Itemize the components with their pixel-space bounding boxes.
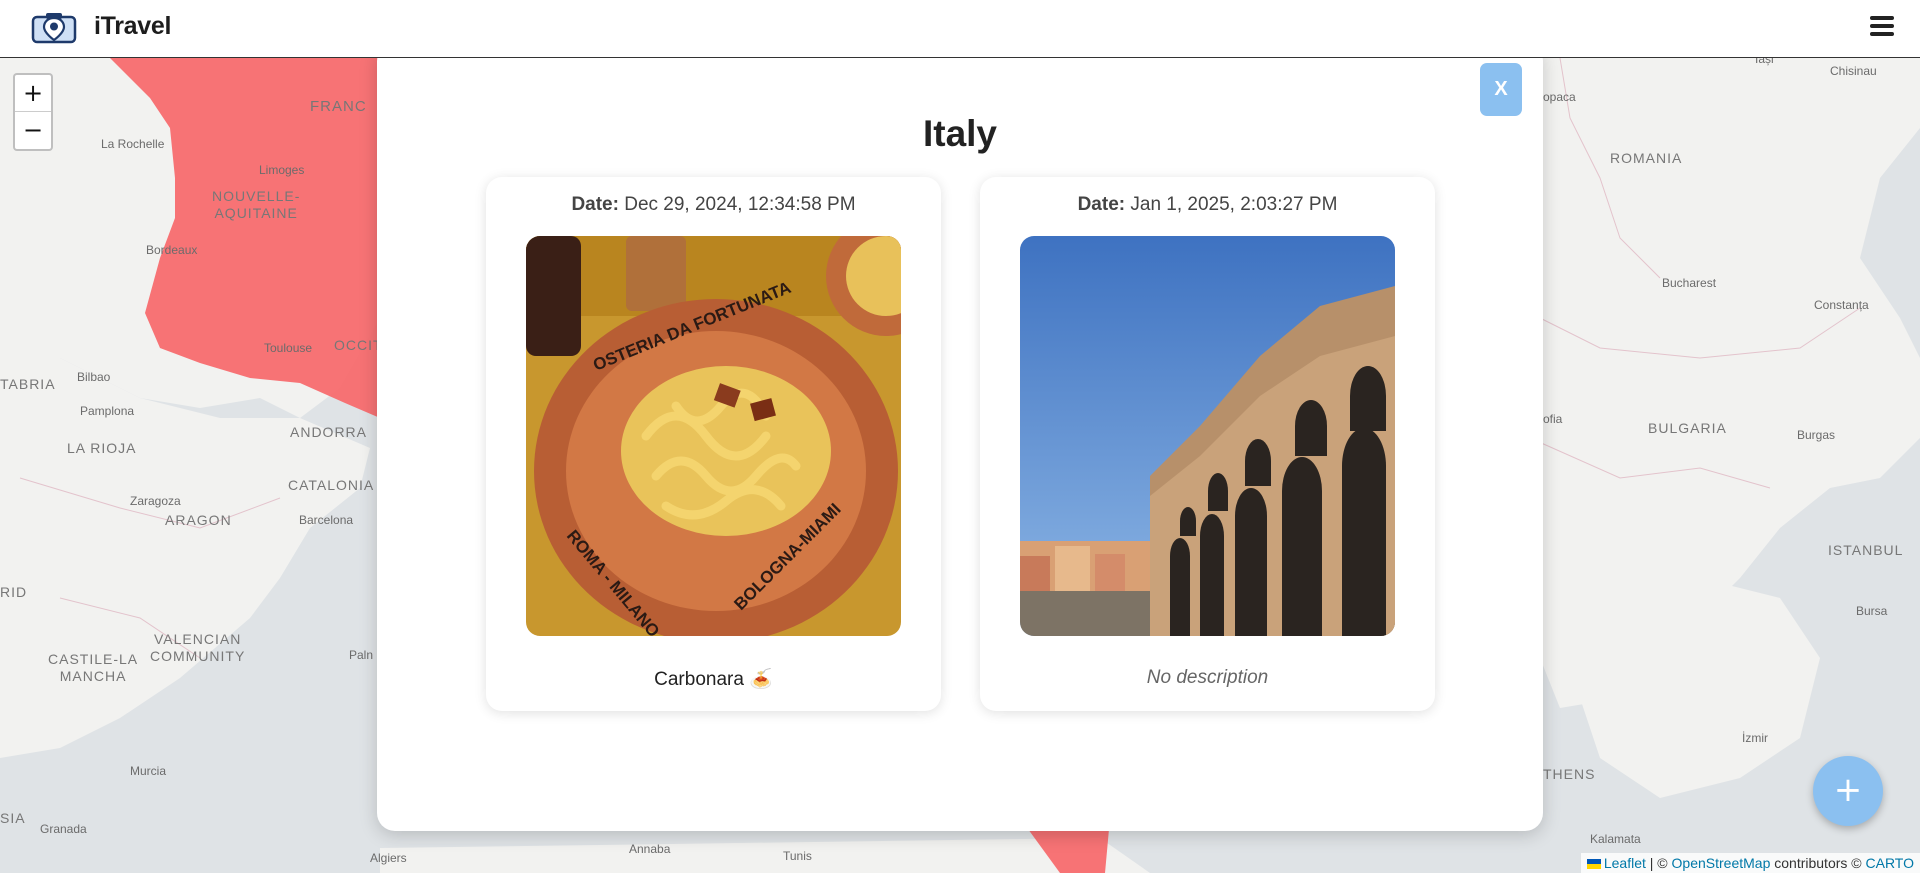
map-label-madrid: RID (0, 584, 28, 600)
verona-arena-photo[interactable] (1020, 236, 1395, 636)
map-label-palma: Paln (349, 648, 374, 662)
zoom-in-button[interactable]: + (15, 75, 51, 112)
map-label-aragon: ARAGON (165, 512, 232, 528)
date-label: Date: (571, 194, 619, 215)
map-label-bilbao: Bilbao (77, 370, 111, 384)
attribution-contributors: contributors © (1770, 855, 1866, 871)
map-label-burgas: Burgas (1797, 428, 1836, 442)
map-label-istanbul: ISTANBUL (1828, 542, 1904, 558)
pasta-carbonara-photo[interactable]: OSTERIA DA FORTUNATA ROMA - MILANO BOLOG… (526, 236, 901, 636)
memory-card[interactable]: Date: Dec 29, 2024, 12:34:58 PM OSTERIA … (486, 177, 941, 711)
card-date: Date: Dec 29, 2024, 12:34:58 PM (486, 194, 941, 216)
carto-link[interactable]: CARTO (1866, 855, 1915, 871)
map-attribution: Leaflet | © OpenStreetMap contributors ©… (1580, 853, 1920, 873)
map-label-nouvelle-aquitaine: NOUVELLE- AQUITAINE (212, 188, 301, 221)
zoom-control: + − (13, 73, 53, 151)
map-label-granada: Granada (40, 822, 87, 836)
modal-title: Italy (922, 113, 998, 154)
map-label-catalonia: CATALONIA (288, 477, 375, 493)
hamburger-menu-icon[interactable] (1870, 16, 1894, 38)
app-title[interactable]: iTravel (94, 12, 171, 41)
map-label-opaca: opaca (1543, 90, 1576, 104)
map-label-athens: THENS (1543, 766, 1596, 782)
card-description: Carbonara 🍝 (654, 669, 773, 690)
map-label-barcelona: Barcelona (299, 513, 354, 527)
map-label-bulgaria: BULGARIA (1648, 420, 1727, 436)
card-description: No description (1146, 667, 1269, 688)
map-label-murcia: Murcia (130, 764, 167, 778)
map-label-romania: ROMANIA (1610, 150, 1683, 166)
map-label-bordeaux: Bordeaux (146, 243, 198, 257)
camera-location-icon[interactable] (31, 10, 77, 44)
zoom-out-button[interactable]: − (15, 112, 51, 149)
map-label-annaba: Annaba (629, 842, 671, 856)
attribution-separator: | © (1645, 855, 1672, 871)
card-date: Date: Jan 1, 2025, 2:03:27 PM (980, 194, 1435, 216)
map-label-algiers: Algiers (370, 851, 407, 865)
close-modal-button[interactable]: X (1480, 63, 1522, 116)
date-value: Jan 1, 2025, 2:03:27 PM (1125, 194, 1338, 215)
memory-card[interactable]: Date: Jan 1, 2025, 2:03:27 PM No descrip… (980, 177, 1435, 711)
map-label-toulouse: Toulouse (264, 341, 313, 355)
map-label-tunis: Tunis (783, 849, 812, 863)
map-label-izmir: İzmir (1742, 731, 1768, 745)
map-label-bursa: Bursa (1856, 604, 1888, 618)
map-label-occitanie: OCCIT (334, 337, 383, 353)
map-label-constanta: Constanța (1814, 298, 1869, 312)
map-label-chisinau: Chisinau (1830, 64, 1877, 78)
map-label-la-rochelle: La Rochelle (101, 137, 165, 151)
map-label-andorra: ANDORRA (290, 424, 368, 440)
openstreetmap-link[interactable]: OpenStreetMap (1672, 855, 1771, 871)
add-entry-button[interactable]: + (1813, 756, 1883, 826)
leaflet-link[interactable]: Leaflet (1604, 855, 1646, 871)
map-label-france: FRANC (310, 98, 367, 115)
ukraine-flag-icon (1586, 859, 1601, 869)
map-label-zaragoza: Zaragoza (130, 494, 181, 508)
map-label-la-rioja: LA RIOJA (67, 440, 137, 456)
map-label-tabria: TABRIA (0, 376, 56, 392)
map-label-castile: CASTILE-LA MANCHA (48, 651, 139, 684)
map-label-kalamata: Kalamata (1590, 832, 1641, 846)
map-label-sofia: ofia (1543, 412, 1563, 426)
map-label-pamplona: Pamplona (80, 404, 135, 418)
map-label-iasi: Iași (1755, 58, 1774, 66)
app-header: iTravel (0, 0, 1920, 58)
map-label-andalusia: SIA (0, 810, 26, 826)
map-label-bucharest: Bucharest (1662, 276, 1717, 290)
date-value: Dec 29, 2024, 12:34:58 PM (618, 194, 856, 215)
map-label-valencian: VALENCIAN COMMUNITY (150, 631, 246, 664)
date-label: Date: (1077, 194, 1126, 215)
map-label-limoges: Limoges (259, 163, 305, 177)
